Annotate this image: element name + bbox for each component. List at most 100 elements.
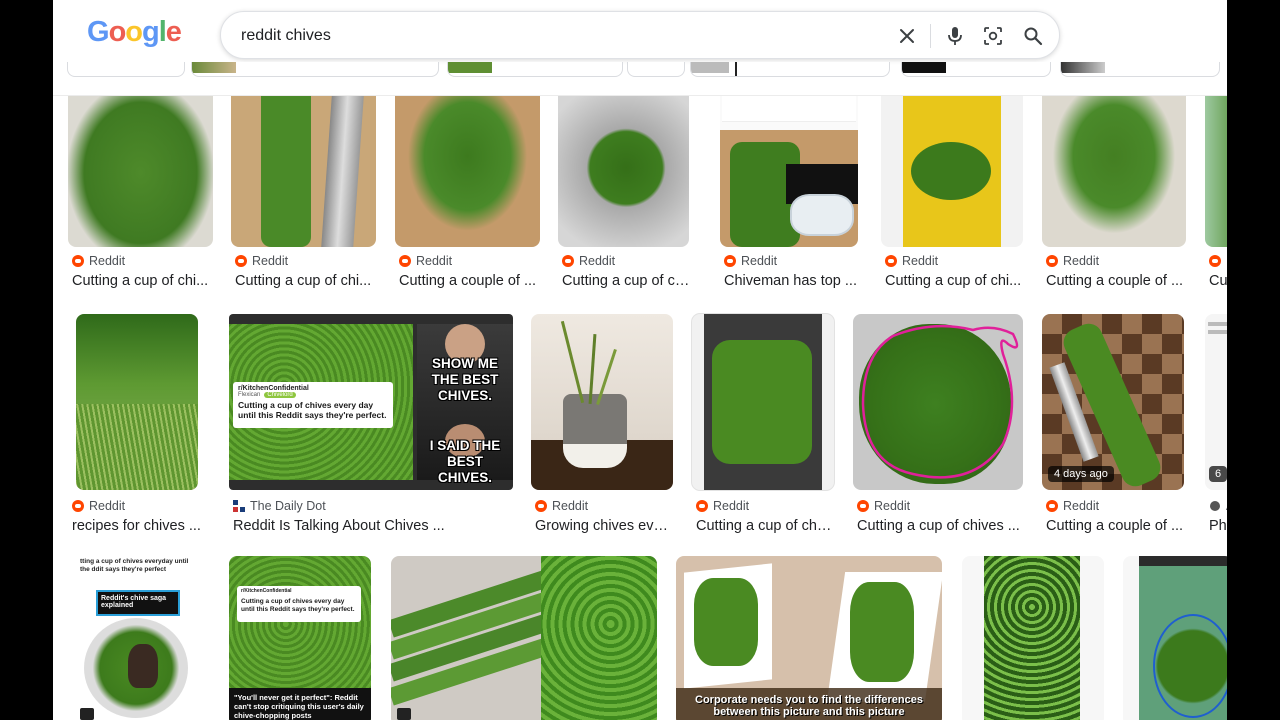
result-thumbnail[interactable]: tting a cup of chives everyday until the… — [76, 556, 204, 720]
search-box-divider — [930, 24, 931, 48]
result-thumbnail[interactable] — [395, 82, 540, 247]
result-card[interactable]: Reddit Cutting a cup of chi... — [68, 82, 213, 292]
result-card[interactable]: R Cu — [1205, 82, 1227, 292]
meme-bottom-text: I SAID THE BEST CHIVES. — [429, 438, 501, 485]
search-input[interactable] — [241, 25, 841, 47]
result-title[interactable]: recipes for chives ... — [72, 518, 212, 534]
result-source: Reddit — [1063, 254, 1100, 268]
result-card[interactable]: Reddit Cutting a cup of chi... — [231, 82, 376, 292]
result-card[interactable]: Reddit Cutting a cup of chi... — [558, 82, 693, 292]
result-title[interactable]: Growing chives eve... — [535, 518, 671, 534]
result-thumbnail[interactable] — [231, 82, 376, 247]
search-results-page: Google reddit chives Reddit Cutting a cu… — [53, 0, 1227, 720]
result-thumbnail[interactable] — [558, 82, 689, 247]
filter-chip[interactable] — [690, 62, 890, 77]
microphone-icon[interactable] — [943, 24, 967, 48]
result-thumbnail[interactable] — [531, 314, 673, 490]
partial-badge: 6 — [1209, 466, 1227, 482]
result-thumbnail[interactable] — [68, 82, 213, 247]
result-title[interactable]: Cutting a couple of ... — [1046, 273, 1186, 289]
reddit-icon — [696, 500, 708, 512]
filter-chip[interactable] — [191, 62, 439, 77]
result-thumbnail[interactable]: r/KitchenConfidential Cutting a cup of c… — [229, 556, 371, 720]
result-source: Reddit — [1063, 499, 1100, 513]
result-card[interactable] — [962, 556, 1107, 720]
reddit-icon — [562, 255, 574, 267]
result-title[interactable]: Cutting a cup of chives ... — [857, 518, 1025, 534]
post-user: Flexican — [238, 392, 261, 398]
result-card[interactable]: Reddit Growing chives eve... — [531, 314, 676, 534]
result-card[interactable]: Corporate needs you to find the differen… — [676, 556, 944, 720]
result-title[interactable]: Cutting a cup of chi... — [562, 273, 693, 289]
result-thumbnail[interactable] — [853, 314, 1023, 490]
result-source: Reddit — [416, 254, 453, 268]
result-card[interactable]: Reddit Cutting a cup of chives ... — [853, 314, 1025, 534]
result-thumbnail[interactable] — [1123, 556, 1227, 720]
result-card[interactable]: r/KitchenConfidential Cutting a cup of c… — [229, 556, 374, 720]
result-thumbnail[interactable] — [720, 82, 858, 247]
result-card[interactable] — [1123, 556, 1227, 720]
reddit-icon — [399, 255, 411, 267]
camera-lens-icon[interactable] — [981, 24, 1005, 48]
result-title[interactable]: Cutting a cup of chi... — [885, 273, 1025, 289]
post-flair: Chivelord — [264, 392, 296, 398]
result-card[interactable]: tting a cup of chives everyday until the… — [68, 556, 213, 720]
result-title[interactable]: Chiveman has top ... — [724, 273, 860, 289]
reddit-post-card: r/KitchenConfidential Flexican Chivelord … — [233, 382, 393, 428]
filter-chip[interactable] — [901, 62, 1051, 77]
close-icon[interactable] — [895, 24, 919, 48]
result-thumbnail[interactable] — [391, 556, 657, 720]
result-title[interactable]: Cu — [1209, 273, 1227, 289]
result-source: Reddit — [902, 254, 939, 268]
google-logo[interactable]: Google — [87, 16, 182, 49]
result-thumbnail[interactable] — [1205, 82, 1227, 247]
result-source: Reddit — [89, 254, 126, 268]
article-headline: "You'll never get it perfect": Reddit ca… — [229, 688, 371, 720]
reddit-icon — [857, 500, 869, 512]
result-source: Reddit — [874, 499, 911, 513]
result-thumbnail[interactable] — [692, 314, 834, 490]
filter-chip[interactable] — [1060, 62, 1220, 77]
meme-top-text: SHOW ME THE BEST CHIVES. — [431, 356, 499, 403]
result-thumbnail[interactable] — [1042, 82, 1186, 247]
result-title[interactable]: Cutting a couple of ... — [1046, 518, 1186, 534]
result-source: Reddit — [741, 254, 778, 268]
result-card[interactable]: Reddit Cutting a cup of chi... — [881, 82, 1026, 292]
result-card[interactable]: Reddit Cutting a couple of ... — [1042, 82, 1187, 292]
result-card[interactable]: 6 A Phi — [1205, 314, 1227, 534]
result-title[interactable]: Phi — [1209, 518, 1227, 534]
search-box — [220, 11, 1060, 59]
search-icon[interactable] — [1021, 24, 1045, 48]
reddit-icon — [724, 255, 736, 267]
result-thumbnail[interactable] — [881, 82, 1023, 247]
reddit-icon — [535, 500, 547, 512]
result-card[interactable]: Reddit Chiveman has top ... — [720, 82, 860, 292]
reddit-icon — [1209, 255, 1221, 267]
result-thumbnail[interactable] — [76, 314, 198, 490]
meme-caption: Corporate needs you to find the differen… — [695, 694, 923, 718]
result-thumbnail[interactable]: Corporate needs you to find the differen… — [676, 556, 942, 720]
result-card[interactable]: 4 days ago Reddit Cutting a couple of ..… — [1042, 314, 1187, 534]
result-card[interactable] — [391, 556, 659, 720]
result-thumbnail[interactable]: r/KitchenConfidential Flexican Chivelord … — [229, 314, 513, 490]
result-thumbnail[interactable]: 6 — [1205, 314, 1227, 490]
result-thumbnail[interactable]: 4 days ago — [1042, 314, 1184, 490]
result-source: Reddit — [713, 499, 750, 513]
result-thumbnail[interactable] — [962, 556, 1104, 720]
result-title[interactable]: Cutting a couple of ... — [399, 273, 539, 289]
video-badge: Reddit's chive saga explained — [96, 590, 180, 616]
result-card[interactable]: Reddit Cutting a couple of ... — [395, 82, 540, 292]
result-card[interactable]: Reddit Cutting a cup of chi... — [692, 314, 837, 534]
result-card[interactable]: Reddit recipes for chives ... — [68, 314, 213, 534]
result-card[interactable]: r/KitchenConfidential Flexican Chivelord … — [229, 314, 514, 534]
filter-chip[interactable] — [447, 62, 623, 77]
result-title[interactable]: Cutting a cup of chi... — [72, 273, 212, 289]
result-title[interactable]: Cutting a cup of chi... — [235, 273, 375, 289]
reddit-icon — [72, 255, 84, 267]
post-body: Cutting a cup of chives every day until … — [241, 598, 355, 613]
filter-chip[interactable] — [627, 62, 685, 77]
result-title[interactable]: Cutting a cup of chi... — [696, 518, 832, 534]
filter-chip[interactable] — [67, 62, 185, 77]
reddit-icon — [885, 255, 897, 267]
result-title[interactable]: Reddit Is Talking About Chives ... — [233, 518, 513, 534]
